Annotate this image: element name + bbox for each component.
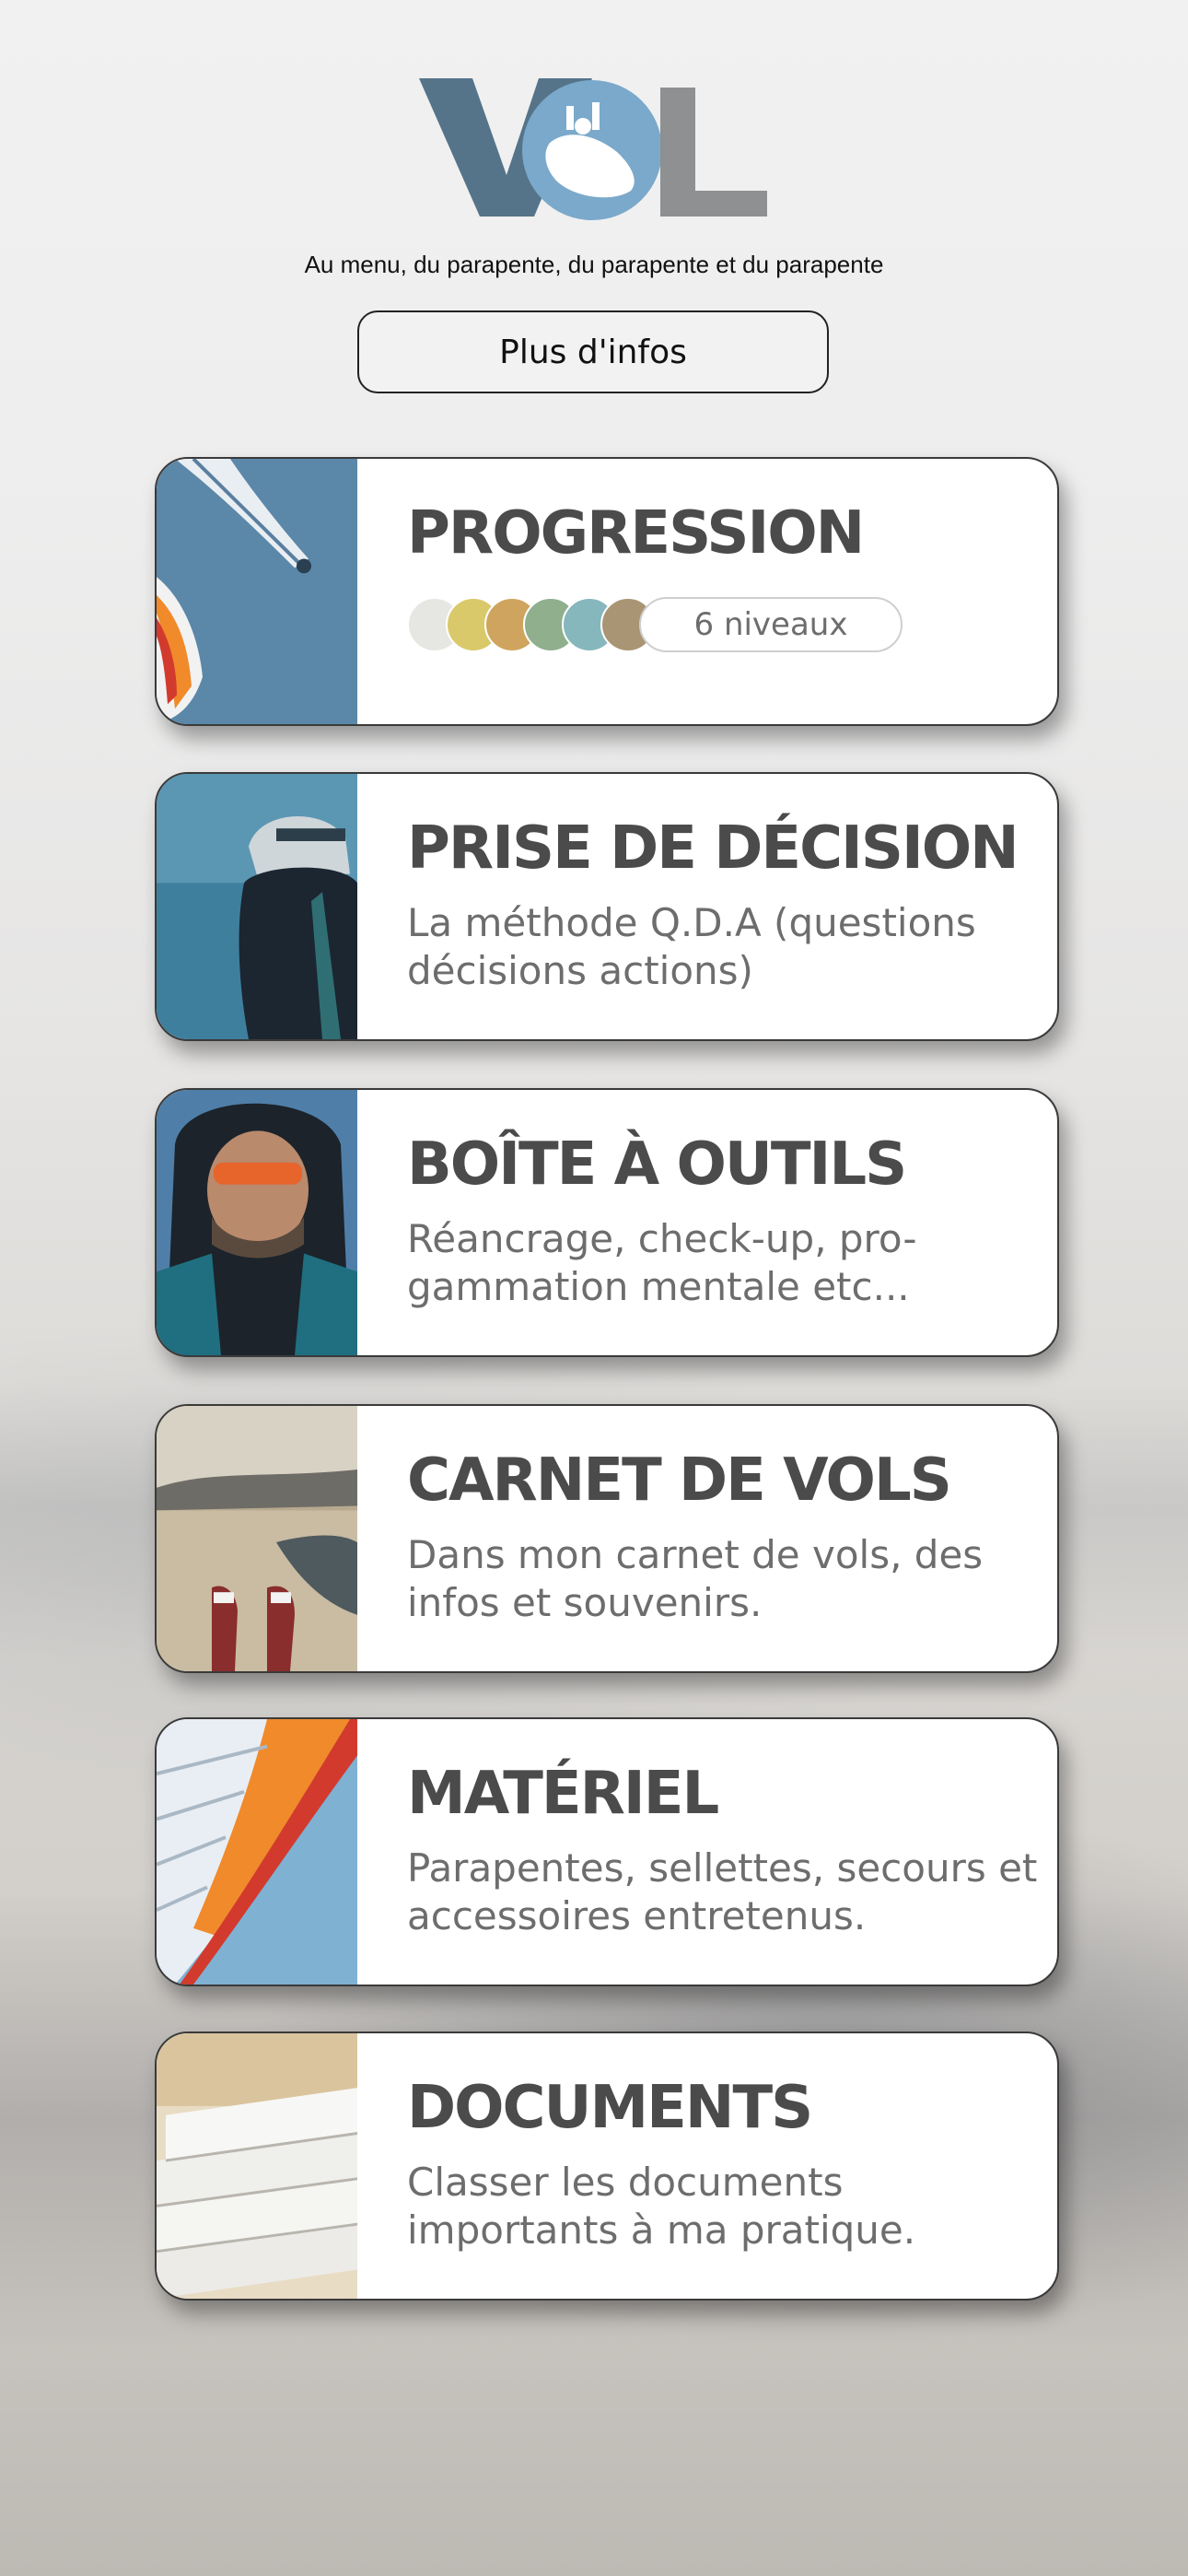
card-description: Réancrage, check-up, pro-gammation menta… bbox=[407, 1216, 917, 1309]
card-title: MATÉRIEL bbox=[407, 1760, 719, 1828]
paraglider-sky-photo bbox=[157, 459, 357, 724]
card-title: BOÎTE À OUTILS bbox=[407, 1130, 907, 1199]
card-title: CARNET DE VOLS bbox=[407, 1446, 952, 1515]
pilot-helmet-photo bbox=[157, 774, 357, 1039]
more-info-button[interactable]: Plus d'infos bbox=[357, 310, 829, 393]
wing-closeup-photo bbox=[157, 1719, 357, 1985]
lake-feet-photo bbox=[157, 1406, 357, 1671]
card-progression[interactable]: PROGRESSION 6 niveaux bbox=[155, 457, 1059, 726]
card-title: DOCUMENTS bbox=[407, 2074, 813, 2142]
paper-stack-photo bbox=[157, 2033, 357, 2299]
card-documents[interactable]: DOCUMENTS Classer les documents importan… bbox=[155, 2032, 1059, 2301]
level-indicators: 6 niveaux bbox=[407, 595, 923, 654]
card-description: Classer les documents importants à ma pr… bbox=[407, 2160, 916, 2253]
levels-count-badge: 6 niveaux bbox=[639, 597, 903, 652]
card-decision-making[interactable]: PRISE DE DÉCISION La méthode Q.D.A (ques… bbox=[155, 772, 1059, 1041]
tagline: Au menu, du parapente, du parapente et d… bbox=[304, 251, 884, 278]
card-description: Dans mon carnet de vols, des infos et so… bbox=[407, 1532, 984, 1625]
card-description: Parapentes, sellettes, secours et access… bbox=[407, 1845, 1038, 1938]
vol-logo bbox=[419, 78, 767, 220]
card-toolbox[interactable]: BOÎTE À OUTILS Réancrage, check-up, pro-… bbox=[155, 1088, 1059, 1357]
pilot-portrait-photo bbox=[157, 1090, 357, 1355]
card-flight-log[interactable]: CARNET DE VOLS Dans mon carnet de vols, … bbox=[155, 1404, 1059, 1673]
card-description: La méthode Q.D.A (questions décisions ac… bbox=[407, 900, 976, 993]
card-equipment[interactable]: MATÉRIEL Parapentes, sellettes, secours … bbox=[155, 1717, 1059, 1986]
card-title: PROGRESSION bbox=[407, 499, 865, 568]
card-title: PRISE DE DÉCISION bbox=[407, 814, 1019, 883]
